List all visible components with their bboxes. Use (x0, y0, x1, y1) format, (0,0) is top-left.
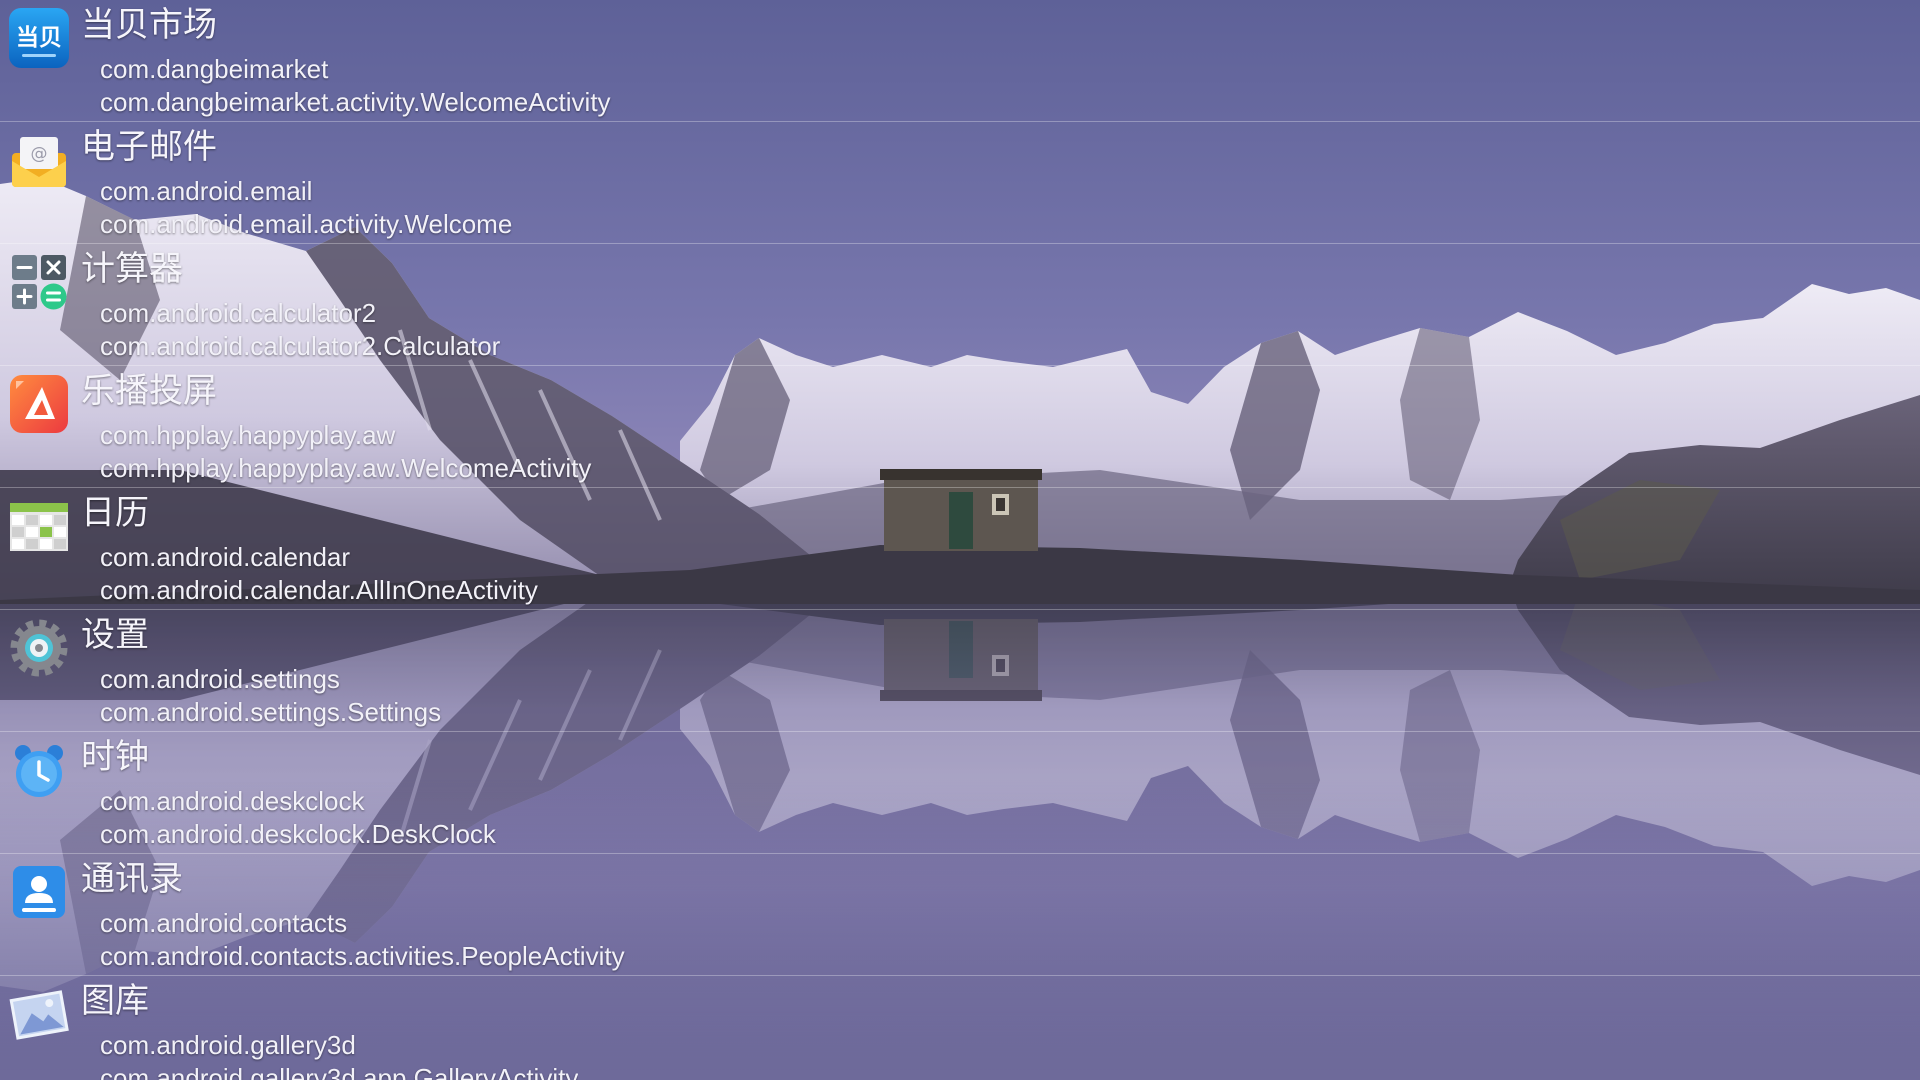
app-package-name: com.dangbeimarket (100, 54, 329, 84)
at-sign-glyph: @ (31, 144, 48, 164)
dangbei-market-icon: 当贝 (8, 7, 70, 69)
alarm-clock-icon (8, 739, 70, 801)
app-list-item[interactable]: 通讯录 com.android.contacts com.android.con… (0, 854, 1920, 976)
app-name: 时钟 (81, 737, 149, 777)
app-name: 通讯录 (81, 859, 183, 899)
app-activity-name: com.android.contacts.activities.PeopleAc… (100, 941, 625, 971)
app-activity-name: com.android.calendar.AllInOneActivity (100, 575, 538, 605)
app-name: 图库 (81, 981, 149, 1021)
calendar-icon (8, 495, 70, 557)
app-list-item[interactable]: 计算器 com.android.calculator2 com.android.… (0, 244, 1920, 366)
app-package-name: com.android.calendar (100, 542, 351, 572)
app-list-item[interactable]: 图库 com.android.gallery3d com.android.gal… (0, 976, 1920, 1080)
app-package-name: com.android.email (100, 176, 313, 206)
app-activity-name: com.android.gallery3d.app.GalleryActivit… (100, 1063, 579, 1080)
app-list: 当贝 当贝市场 com.dangbeimarket com.dangbeimar… (0, 0, 1920, 1080)
settings-gear-icon (8, 617, 70, 679)
app-name: 乐播投屏 (81, 371, 217, 411)
app-list-item[interactable]: 设置 com.android.settings com.android.sett… (0, 610, 1920, 732)
calculator-icon (8, 251, 70, 313)
email-envelope-icon: @ (8, 129, 70, 191)
app-name: 设置 (81, 615, 149, 655)
app-activity-name: com.android.settings.Settings (100, 697, 442, 727)
app-activity-name: com.android.email.activity.Welcome (100, 209, 513, 239)
gallery-icon (8, 983, 70, 1045)
app-name: 当贝市场 (81, 5, 217, 45)
app-package-name: com.android.gallery3d (100, 1030, 356, 1060)
app-activity-name: com.android.calculator2.Calculator (100, 331, 501, 361)
app-name: 日历 (81, 493, 149, 533)
app-activity-name: com.android.deskclock.DeskClock (100, 819, 496, 849)
app-list-item[interactable]: 乐播投屏 com.hpplay.happyplay.aw com.hpplay.… (0, 366, 1920, 488)
dangbei-logo-text: 当贝 (16, 25, 62, 51)
app-list-item[interactable]: 日历 com.android.calendar com.android.cale… (0, 488, 1920, 610)
app-activity-name: com.hpplay.happyplay.aw.WelcomeActivity (100, 453, 592, 483)
app-package-name: com.android.contacts (100, 908, 348, 938)
app-package-name: com.hpplay.happyplay.aw (100, 420, 396, 450)
app-list-item[interactable]: @ 电子邮件 com.android.email com.android.ema… (0, 122, 1920, 244)
app-name: 计算器 (81, 249, 183, 289)
app-package-name: com.android.deskclock (100, 786, 365, 816)
contacts-icon (8, 861, 70, 923)
app-package-name: com.android.calculator2 (100, 298, 377, 328)
app-name: 电子邮件 (81, 127, 217, 167)
happyplay-cast-icon (8, 373, 70, 435)
app-package-name: com.android.settings (100, 664, 340, 694)
app-list-item[interactable]: 当贝 当贝市场 com.dangbeimarket com.dangbeimar… (0, 0, 1920, 122)
app-activity-name: com.dangbeimarket.activity.WelcomeActivi… (100, 87, 611, 117)
app-list-item[interactable]: 时钟 com.android.deskclock com.android.des… (0, 732, 1920, 854)
